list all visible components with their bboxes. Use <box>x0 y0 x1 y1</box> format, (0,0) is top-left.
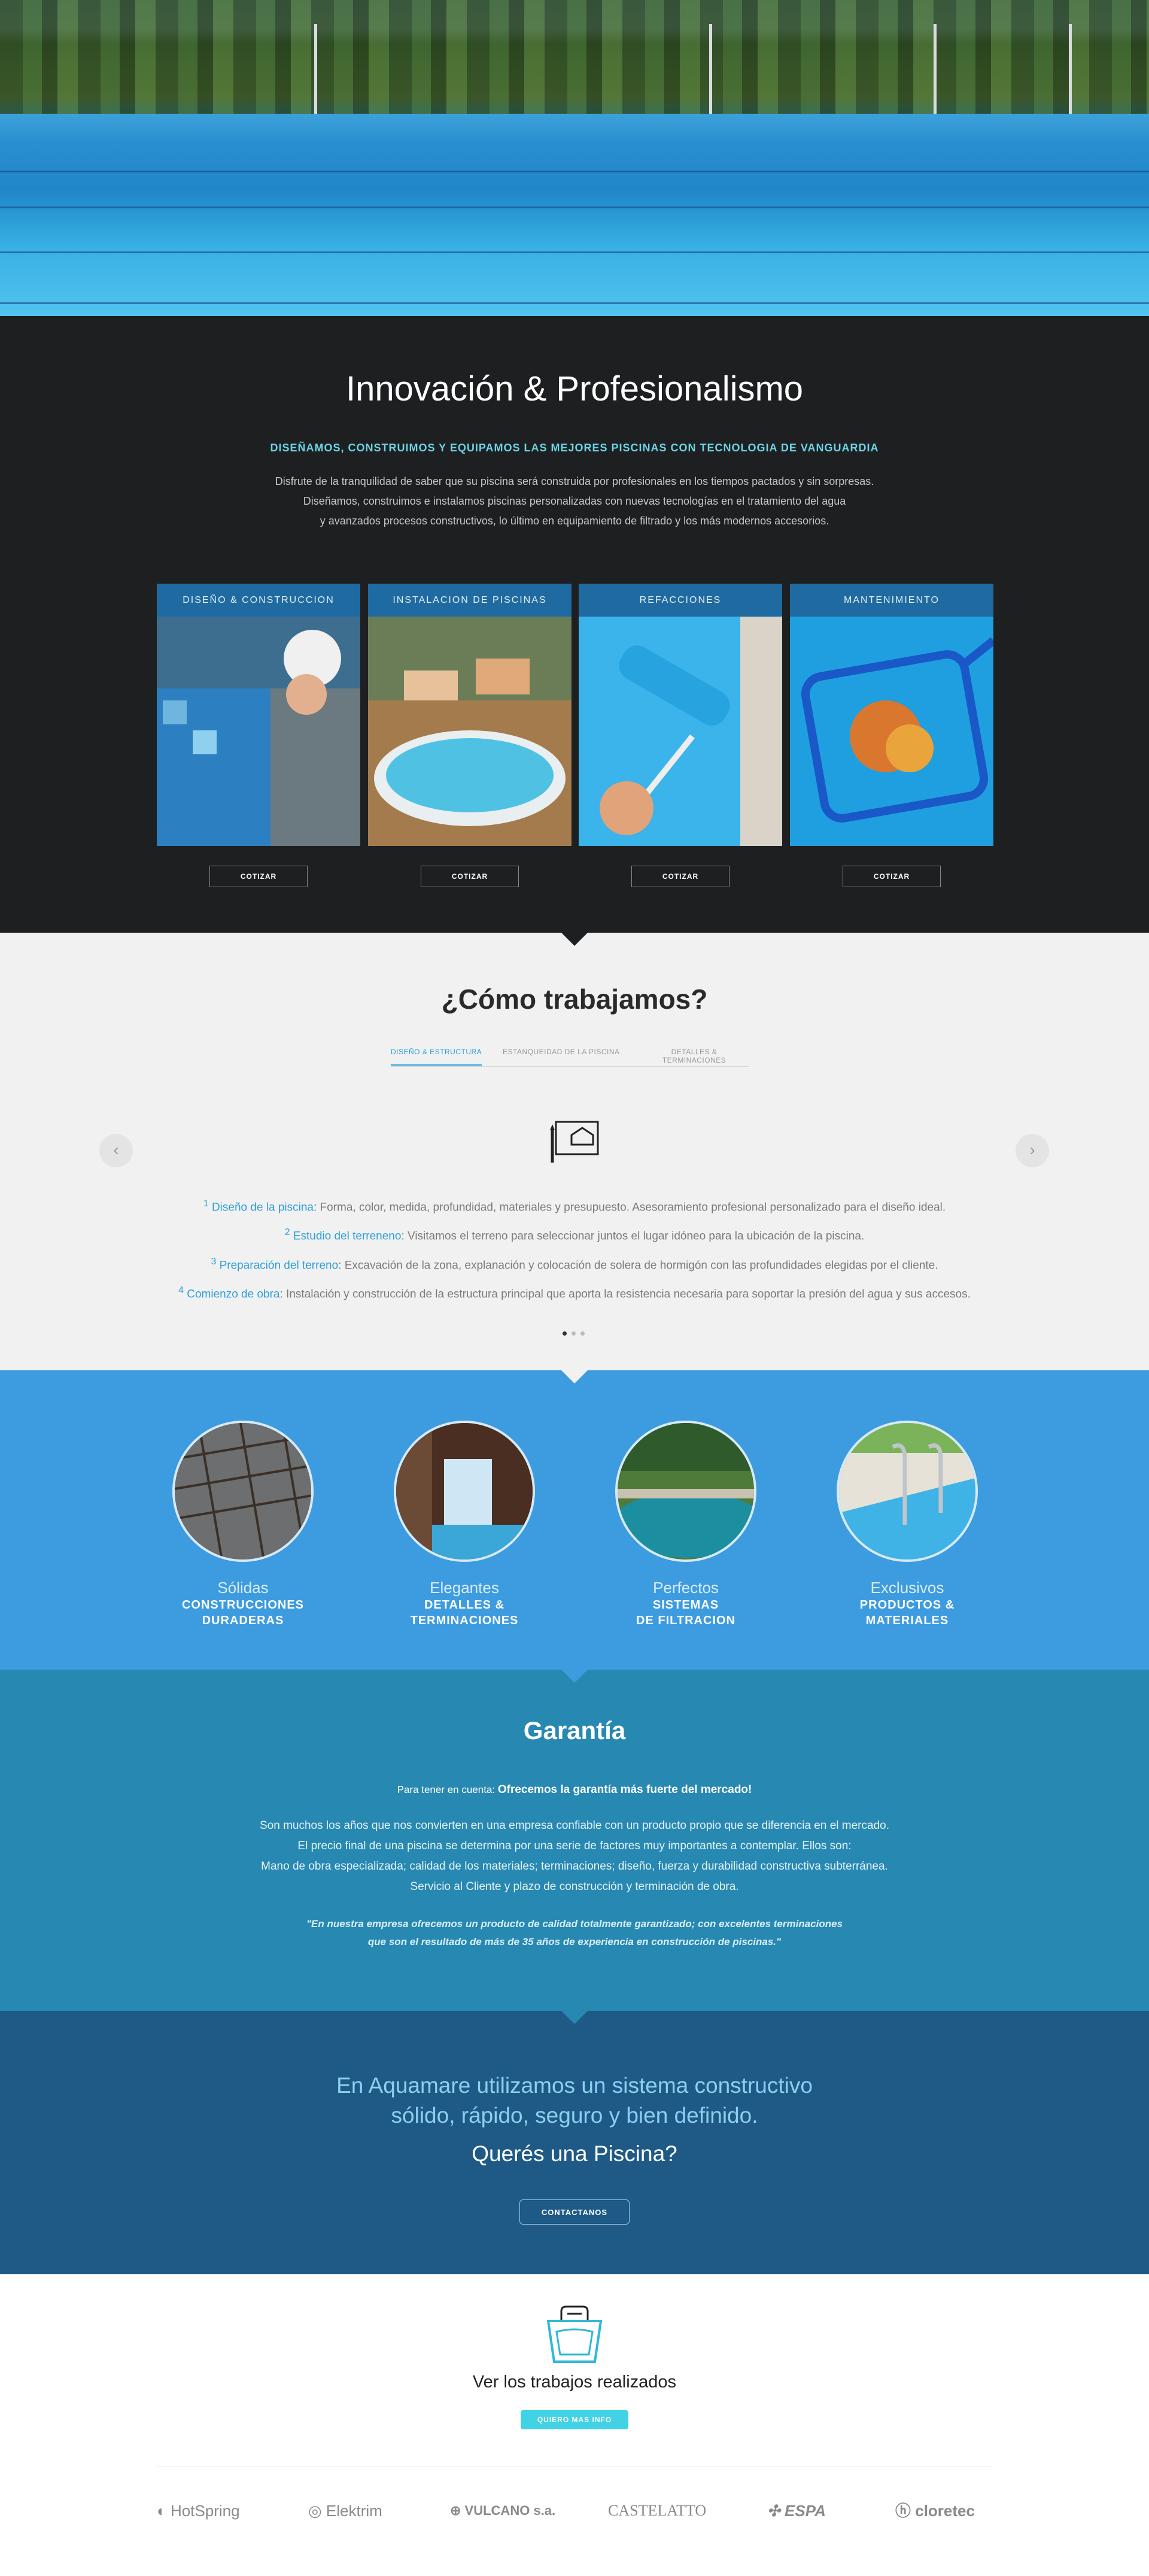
feature-elegantes: Elegantes DETALLES & TERMINACIONES <box>387 1421 542 1628</box>
work-step: 4 Comienzo de obra: Instalación y constr… <box>178 1285 971 1301</box>
work-step-key: Diseño de la piscina <box>211 1201 314 1214</box>
brand-logo-vulcano: ⊕ VULCANO s.a. <box>450 2503 556 2518</box>
tab-diseno-estructura[interactable]: DISEÑO & ESTRUCTURA <box>391 1048 482 1066</box>
work-step-text: : Instalación y construcción de la estru… <box>279 1288 971 1301</box>
jacuzzi-image <box>368 617 572 846</box>
section-arrow <box>561 1670 588 1683</box>
hero-lamp-post <box>709 24 712 114</box>
innovation-desc-line: Diseñamos, construimos e instalamos pisc… <box>303 495 846 507</box>
hero-pool-lane <box>0 302 1149 304</box>
pool-icon <box>546 2305 603 2363</box>
cta-section: En Aquamare utilizamos un sistema constr… <box>0 2011 1149 2274</box>
service-card-mantenimiento[interactable]: MANTENIMIENTO <box>790 584 993 846</box>
service-card-diseno[interactable]: DISEÑO & CONSTRUCCION <box>157 584 360 846</box>
brand-logo-castelatto: CASTELATTO <box>608 2502 707 2519</box>
tab-estanqueidad[interactable]: ESTANQUEIDAD DE LA PISCINA <box>503 1048 620 1056</box>
innovation-description: Disfrute de la tranquilidad de saber que… <box>0 472 1149 531</box>
works-section: Ver los trabajos realizados QUIERO MAS I… <box>0 2274 1149 2576</box>
service-card-label: INSTALACION DE PISCINAS <box>368 584 572 617</box>
innovation-subtitle: DISEÑAMOS, CONSTRUIMOS Y EQUIPAMOS LAS M… <box>270 442 879 454</box>
pool-ladder-image <box>837 1421 978 1562</box>
section-arrow <box>561 1370 588 1383</box>
slider-dot[interactable] <box>572 1331 576 1336</box>
feature-subtitle: CONSTRUCCIONES DURADERAS <box>181 1598 304 1627</box>
work-step-key: Estudio del terreneno <box>293 1230 402 1243</box>
hero-lamp-post <box>934 24 937 114</box>
cotizar-button[interactable]: COTIZAR <box>421 866 519 887</box>
blueprint-icon <box>550 1121 599 1163</box>
construction-worker-image <box>157 617 360 846</box>
innovation-section: Innovación & Profesionalismo DISEÑAMOS, … <box>0 316 1149 946</box>
cotizar-button[interactable]: COTIZAR <box>209 866 308 887</box>
cotizar-button[interactable]: COTIZAR <box>631 866 729 887</box>
tab-detalles-terminaciones[interactable]: DETALLES & TERMINACIONES <box>640 1048 749 1064</box>
innovation-desc-line: y avanzados procesos constructivos, lo ú… <box>320 515 829 527</box>
service-card-label: DISEÑO & CONSTRUCCION <box>157 584 360 617</box>
hero-pool-lane <box>0 171 1149 172</box>
waterfall-image <box>394 1421 535 1562</box>
innovation-desc-line: Disfrute de la tranquilidad de saber que… <box>275 475 874 487</box>
how-we-work-title: ¿Cómo trabajamos? <box>441 984 708 1015</box>
rebar-image <box>172 1421 314 1562</box>
contactanos-button[interactable]: CONTACTANOS <box>519 2199 630 2225</box>
hero-pool-lane <box>0 207 1149 208</box>
work-step-text: : Visitamos el terreno para seleccionar … <box>401 1230 865 1243</box>
feature-title: Exclusivos <box>870 1579 944 1597</box>
hero-pool-lane <box>0 251 1149 253</box>
guarantee-section: Garantía Para tener en cuenta: Ofrecemos… <box>0 1670 1149 2024</box>
work-step-key: Comienzo de obra <box>187 1288 280 1301</box>
work-step: 1 Diseño de la piscina: Forma, color, me… <box>203 1199 946 1214</box>
hero-banner <box>0 0 1149 316</box>
service-card-label: REFACCIONES <box>579 584 782 617</box>
feature-subtitle: SISTEMAS DE FILTRACION <box>636 1598 735 1627</box>
feature-title: Elegantes <box>430 1579 499 1597</box>
feature-solidas: Sólidas CONSTRUCCIONES DURADERAS <box>165 1421 321 1628</box>
feature-exclusivos: Exclusivos PRODUCTOS & MATERIALES <box>829 1421 985 1628</box>
brand-logo-cloretec: ⓗ cloretec <box>895 2502 975 2520</box>
work-step-text: : Forma, color, medida, profundidad, mat… <box>313 1201 946 1214</box>
section-arrow <box>561 933 588 946</box>
feature-subtitle: PRODUCTOS & MATERIALES <box>859 1598 955 1627</box>
work-step: 2 Estudio del terreneno: Visitamos el te… <box>284 1227 865 1243</box>
service-card-instalacion[interactable]: INSTALACION DE PISCINAS <box>368 584 572 846</box>
brand-logo-elektrim: ◎ Elektrim <box>308 2502 382 2520</box>
cta-question: Querés una Piscina? <box>472 2141 677 2166</box>
cotizar-button[interactable]: COTIZAR <box>843 866 941 887</box>
brand-logo-espa: ✣ ESPA <box>767 2502 826 2520</box>
hero-lamp-post <box>314 24 317 114</box>
innovation-title: Innovación & Profesionalismo <box>345 369 804 408</box>
works-title: Ver los trabajos realizados <box>472 2372 677 2392</box>
service-card-label: MANTENIMIENTO <box>790 584 993 617</box>
work-steps-list: 1 Diseño de la piscina: Forma, color, me… <box>0 1191 1149 1307</box>
brand-logo-hotspring: ◐ HotSpring <box>157 2502 240 2520</box>
slider-dot[interactable] <box>580 1331 585 1336</box>
slider-dot[interactable] <box>563 1331 567 1336</box>
feature-perfectos: Perfectos SISTEMAS DE FILTRACION <box>608 1421 764 1628</box>
slider-prev-button[interactable]: ‹ <box>99 1134 133 1167</box>
feature-subtitle: DETALLES & TERMINACIONES <box>410 1598 519 1627</box>
features-section: Sólidas CONSTRUCCIONES DURADERAS Elegante… <box>0 1370 1149 1683</box>
guarantee-title: Garantía <box>523 1716 626 1744</box>
hero-trees-background <box>0 0 1149 114</box>
guarantee-lead: Para tener en cuenta: Ofrecemos la garan… <box>397 1783 752 1796</box>
work-step-text: : Excavación de la zona, explanación y c… <box>338 1258 938 1272</box>
how-we-work-tabs: DISEÑO & ESTRUCTURA ESTANQUEIDAD DE LA P… <box>391 1048 749 1067</box>
slider-pagination <box>560 1328 587 1339</box>
cta-statement: En Aquamare utilizamos un sistema constr… <box>336 2073 813 2128</box>
service-card-refacciones[interactable]: REFACCIONES <box>579 584 782 846</box>
section-arrow <box>561 2011 588 2024</box>
pool-skimmer-image <box>790 617 993 846</box>
garden-pool-image <box>615 1421 756 1562</box>
how-we-work-section: ¿Cómo trabajamos? DISEÑO & ESTRUCTURA ES… <box>0 933 1149 1383</box>
hero-lamp-post <box>1069 24 1072 114</box>
slider-next-button[interactable]: › <box>1016 1134 1049 1167</box>
paint-roller-image <box>579 617 782 846</box>
feature-title: Sólidas <box>217 1579 269 1597</box>
work-step: 3 Preparación del terreno: Excavación de… <box>211 1256 938 1272</box>
guarantee-quote: "En nuestra empresa ofrecemos un product… <box>306 1918 843 1947</box>
more-info-button[interactable]: QUIERO MAS INFO <box>521 2410 628 2429</box>
guarantee-body: Son muchos los años que nos convierten e… <box>259 1819 889 1893</box>
work-step-key: Preparación del terreno <box>219 1258 339 1272</box>
feature-title: Perfectos <box>653 1579 719 1597</box>
